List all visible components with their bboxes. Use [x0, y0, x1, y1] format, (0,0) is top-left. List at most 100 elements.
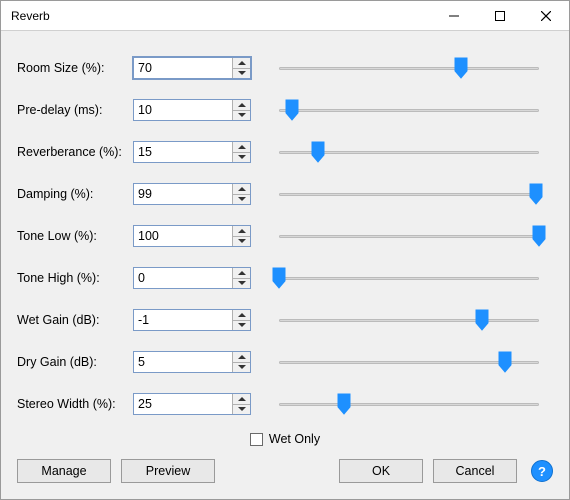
spinbox-damping[interactable]: 99 [133, 183, 251, 205]
spinbox-value-damping[interactable]: 99 [134, 184, 232, 204]
maximize-button[interactable] [477, 1, 523, 31]
slider-damping[interactable] [279, 183, 539, 205]
spinbox-pre_delay[interactable]: 10 [133, 99, 251, 121]
label-damping: Damping (%): [17, 187, 133, 201]
chevron-down-icon [238, 155, 246, 159]
label-stereo_width: Stereo Width (%): [17, 397, 133, 411]
spin-up-room_size[interactable] [233, 58, 250, 69]
cancel-button[interactable]: Cancel [433, 459, 517, 483]
ok-button[interactable]: OK [339, 459, 423, 483]
param-row-reverberance: Reverberance (%):15 [17, 131, 553, 173]
chevron-down-icon [238, 239, 246, 243]
manage-button-label: Manage [41, 464, 86, 478]
chevron-up-icon [238, 103, 246, 107]
spinbox-dry_gain[interactable]: 5 [133, 351, 251, 373]
spinbox-buttons-pre_delay [232, 100, 250, 120]
spinbox-value-room_size[interactable]: 70 [134, 58, 232, 78]
slider-track-tone_high [279, 277, 539, 280]
wet-only-row: Wet Only [17, 425, 553, 453]
spinbox-room_size[interactable]: 70 [133, 57, 251, 79]
spinbox-value-dry_gain[interactable]: 5 [134, 352, 232, 372]
spinbox-buttons-tone_low [232, 226, 250, 246]
spin-down-damping[interactable] [233, 195, 250, 205]
spinbox-reverberance[interactable]: 15 [133, 141, 251, 163]
spin-down-room_size[interactable] [233, 69, 250, 79]
slider-tone_low[interactable] [279, 225, 539, 247]
chevron-down-icon [238, 365, 246, 369]
slider-room_size[interactable] [279, 57, 539, 79]
label-reverberance: Reverberance (%): [17, 145, 133, 159]
chevron-down-icon [238, 113, 246, 117]
slider-thumb-reverberance[interactable] [311, 141, 325, 163]
spin-down-pre_delay[interactable] [233, 111, 250, 121]
spinbox-tone_high[interactable]: 0 [133, 267, 251, 289]
button-bar: Manage Preview OK Cancel ? [17, 453, 553, 485]
slider-thumb-pre_delay[interactable] [285, 99, 299, 121]
preview-button-label: Preview [146, 464, 190, 478]
cancel-button-label: Cancel [456, 464, 495, 478]
spin-down-reverberance[interactable] [233, 153, 250, 163]
slider-thumb-damping[interactable] [529, 183, 543, 205]
chevron-down-icon [238, 71, 246, 75]
spin-down-wet_gain[interactable] [233, 321, 250, 331]
reverb-dialog: Reverb Room Size (%):70 Pre-delay (ms):10… [0, 0, 570, 500]
slider-thumb-room_size[interactable] [454, 57, 468, 79]
spinbox-tone_low[interactable]: 100 [133, 225, 251, 247]
slider-reverberance[interactable] [279, 141, 539, 163]
spinbox-stereo_width[interactable]: 25 [133, 393, 251, 415]
label-wet_gain: Wet Gain (dB): [17, 313, 133, 327]
close-button[interactable] [523, 1, 569, 31]
spin-down-stereo_width[interactable] [233, 405, 250, 415]
chevron-up-icon [238, 355, 246, 359]
slider-pre_delay[interactable] [279, 99, 539, 121]
slider-track-wet_gain [279, 319, 539, 322]
chevron-up-icon [238, 313, 246, 317]
slider-dry_gain[interactable] [279, 351, 539, 373]
spinbox-value-tone_high[interactable]: 0 [134, 268, 232, 288]
slider-thumb-dry_gain[interactable] [498, 351, 512, 373]
slider-tone_high[interactable] [279, 267, 539, 289]
wet-only-checkbox[interactable] [250, 433, 263, 446]
slider-thumb-tone_low[interactable] [532, 225, 546, 247]
chevron-up-icon [238, 145, 246, 149]
chevron-down-icon [238, 281, 246, 285]
spin-down-tone_high[interactable] [233, 279, 250, 289]
preview-button[interactable]: Preview [121, 459, 215, 483]
spinbox-wet_gain[interactable]: -1 [133, 309, 251, 331]
titlebar: Reverb [1, 1, 569, 31]
spinbox-buttons-stereo_width [232, 394, 250, 414]
manage-button[interactable]: Manage [17, 459, 111, 483]
spin-up-damping[interactable] [233, 184, 250, 195]
help-button-label: ? [538, 464, 546, 479]
param-row-wet_gain: Wet Gain (dB):-1 [17, 299, 553, 341]
spin-up-pre_delay[interactable] [233, 100, 250, 111]
spin-up-reverberance[interactable] [233, 142, 250, 153]
param-row-pre_delay: Pre-delay (ms):10 [17, 89, 553, 131]
spinbox-value-stereo_width[interactable]: 25 [134, 394, 232, 414]
spin-up-tone_low[interactable] [233, 226, 250, 237]
spin-up-tone_high[interactable] [233, 268, 250, 279]
spinbox-value-tone_low[interactable]: 100 [134, 226, 232, 246]
slider-thumb-tone_high[interactable] [272, 267, 286, 289]
spin-up-dry_gain[interactable] [233, 352, 250, 363]
help-button[interactable]: ? [531, 460, 553, 482]
slider-wet_gain[interactable] [279, 309, 539, 331]
spinbox-value-pre_delay[interactable]: 10 [134, 100, 232, 120]
spin-up-stereo_width[interactable] [233, 394, 250, 405]
label-room_size: Room Size (%): [17, 61, 133, 75]
spin-down-tone_low[interactable] [233, 237, 250, 247]
spinbox-buttons-room_size [232, 58, 250, 78]
window-title: Reverb [11, 9, 431, 23]
spinbox-value-wet_gain[interactable]: -1 [134, 310, 232, 330]
spinbox-value-reverberance[interactable]: 15 [134, 142, 232, 162]
spin-down-dry_gain[interactable] [233, 363, 250, 373]
slider-thumb-wet_gain[interactable] [475, 309, 489, 331]
minimize-button[interactable] [431, 1, 477, 31]
dialog-content: Room Size (%):70Pre-delay (ms):10Reverbe… [1, 31, 569, 499]
spin-up-wet_gain[interactable] [233, 310, 250, 321]
chevron-up-icon [238, 271, 246, 275]
slider-stereo_width[interactable] [279, 393, 539, 415]
slider-thumb-stereo_width[interactable] [337, 393, 351, 415]
chevron-down-icon [238, 197, 246, 201]
wet-only-label: Wet Only [269, 432, 320, 446]
